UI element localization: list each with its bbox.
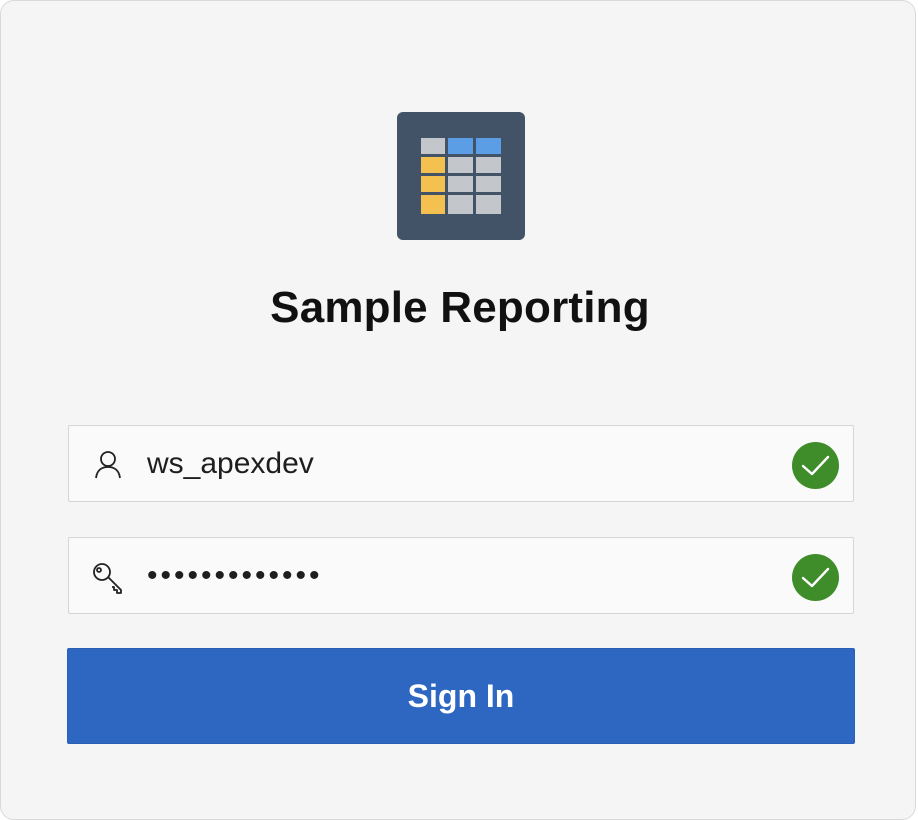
username-input[interactable] <box>147 426 787 501</box>
key-icon <box>91 560 125 594</box>
spreadsheet-grid-icon <box>397 112 525 240</box>
password-field[interactable] <box>68 537 854 614</box>
password-input[interactable] <box>147 538 787 613</box>
valid-check-icon <box>792 554 839 601</box>
user-icon <box>91 448 125 482</box>
login-card: Sample Reporting ws_apexdev ••••••••••••… <box>0 0 916 820</box>
app-title: Sample Reporting <box>270 283 650 332</box>
username-field[interactable] <box>68 425 854 502</box>
valid-check-icon <box>792 442 839 489</box>
sign-in-button[interactable]: Sign In <box>67 648 855 744</box>
